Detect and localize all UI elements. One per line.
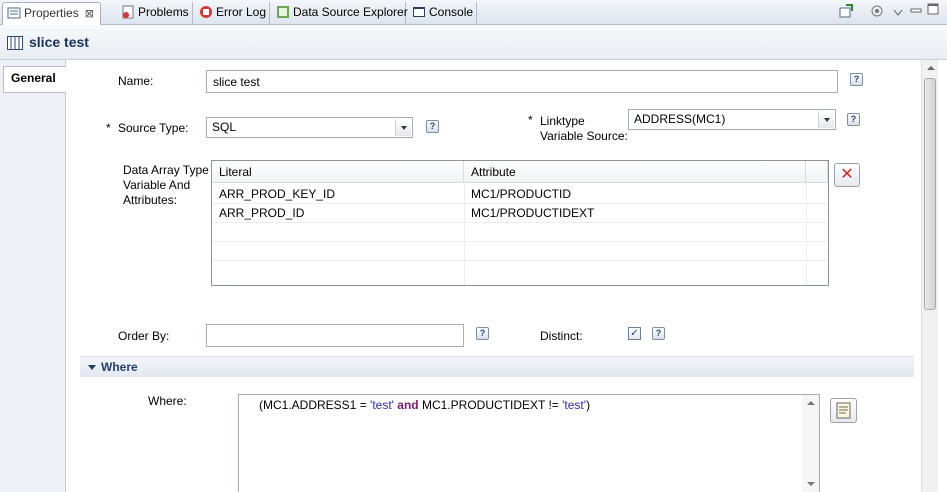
order-by-field[interactable] bbox=[206, 324, 464, 347]
pin-icon[interactable] bbox=[838, 3, 854, 21]
tab-label: Console bbox=[429, 5, 474, 19]
maximize-icon[interactable] bbox=[927, 3, 939, 21]
table-cell[interactable]: ARR_PROD_KEY_ID bbox=[212, 185, 464, 203]
close-icon[interactable]: ⊠ bbox=[85, 8, 94, 20]
where-text-area[interactable]: (MC1.ADDRESS1 = 'test' and MC1.PRODUCTID… bbox=[238, 394, 820, 492]
data-array-label: Data Array Type bbox=[123, 163, 209, 177]
scroll-up-icon[interactable] bbox=[927, 66, 935, 70]
where-section-header[interactable]: Where bbox=[80, 356, 914, 377]
linktype-select[interactable]: ADDRESS(MC1) bbox=[628, 109, 836, 130]
linktype-label-line2: Variable Source: bbox=[540, 129, 628, 143]
distinct-checkbox[interactable]: ✓ bbox=[628, 327, 641, 340]
editor-header: slice test bbox=[0, 25, 947, 60]
tab-data-source-explorer[interactable]: Data Source Explorer bbox=[272, 2, 408, 25]
data-array-label-line3: Attributes: bbox=[123, 193, 178, 207]
tab-label: Error Log bbox=[216, 5, 267, 19]
side-tab-panel: General bbox=[0, 60, 66, 492]
view-tab-bar: Properties ⊠ Problems Error Log Data Sour… bbox=[0, 0, 947, 25]
order-by-label: Order By: bbox=[118, 329, 170, 343]
name-field[interactable]: slice test bbox=[206, 70, 838, 93]
column-header-attribute[interactable]: Attribute bbox=[464, 161, 806, 183]
distinct-label: Distinct: bbox=[540, 329, 583, 343]
properties-icon bbox=[7, 6, 21, 20]
chevron-down-icon[interactable] bbox=[395, 119, 411, 136]
data-array-label-line2: Variable And bbox=[123, 178, 191, 192]
column-header-filler bbox=[806, 161, 828, 183]
edit-note-icon bbox=[836, 402, 851, 419]
tab-console[interactable]: Console bbox=[408, 2, 477, 25]
scroll-up-icon[interactable] bbox=[807, 401, 815, 405]
section-title: Where bbox=[101, 360, 138, 374]
where-scrollbar[interactable] bbox=[802, 395, 819, 492]
help-icon[interactable]: ? bbox=[476, 327, 489, 340]
source-type-select[interactable]: SQL bbox=[206, 117, 413, 138]
where-clause: (MC1.ADDRESS1 = 'test' and MC1.PRODUCTID… bbox=[259, 398, 591, 412]
chevron-down-icon[interactable] bbox=[818, 111, 834, 128]
minimize-icon[interactable] bbox=[910, 3, 922, 21]
attributes-table[interactable]: Literal Attribute ARR_PROD_KEY_ID MC1/PR… bbox=[211, 160, 829, 286]
linktype-value: ADDRESS(MC1) bbox=[634, 112, 726, 126]
source-type-value: SQL bbox=[212, 120, 237, 134]
required-mark: * bbox=[528, 113, 533, 127]
source-type-label: Source Type: bbox=[118, 121, 189, 135]
tab-properties[interactable]: Properties ⊠ bbox=[2, 2, 101, 25]
help-icon[interactable]: ? bbox=[847, 113, 860, 126]
table-cell[interactable]: MC1/PRODUCTID bbox=[464, 185, 806, 203]
view-menu-icon[interactable] bbox=[869, 3, 885, 21]
expression-editor-button[interactable] bbox=[830, 398, 857, 423]
scrollbar-thumb[interactable] bbox=[924, 78, 936, 310]
tab-error-log[interactable]: Error Log bbox=[195, 2, 270, 25]
page-title: slice test bbox=[29, 34, 89, 50]
where-label: Where: bbox=[148, 394, 187, 408]
tab-label: Data Source Explorer bbox=[293, 5, 408, 19]
data-source-icon bbox=[276, 5, 290, 19]
column-header-literal[interactable]: Literal bbox=[212, 161, 464, 183]
collapse-toggle-icon[interactable] bbox=[88, 365, 96, 370]
console-icon bbox=[412, 5, 426, 19]
help-icon[interactable]: ? bbox=[652, 327, 665, 340]
scroll-down-icon[interactable] bbox=[807, 482, 815, 486]
required-mark: * bbox=[106, 121, 111, 135]
linktype-label: Linktype bbox=[540, 114, 585, 128]
name-label: Name: bbox=[118, 74, 154, 88]
table-cell[interactable]: ARR_PROD_ID bbox=[212, 204, 464, 222]
delete-row-button[interactable]: ✕ bbox=[834, 163, 860, 187]
tab-label: Properties bbox=[24, 6, 79, 20]
tab-label: Problems bbox=[138, 5, 189, 19]
tab-problems[interactable]: Problems bbox=[117, 2, 193, 25]
error-log-icon bbox=[199, 5, 213, 19]
tab-general[interactable]: General bbox=[3, 66, 66, 93]
vertical-scrollbar[interactable] bbox=[921, 60, 938, 492]
table-icon bbox=[7, 36, 23, 53]
help-icon[interactable]: ? bbox=[426, 120, 439, 133]
help-icon[interactable]: ? bbox=[850, 73, 863, 86]
table-cell[interactable]: MC1/PRODUCTIDEXT bbox=[464, 204, 806, 222]
chevron-down-icon[interactable] bbox=[893, 6, 903, 24]
problems-icon bbox=[121, 5, 135, 19]
